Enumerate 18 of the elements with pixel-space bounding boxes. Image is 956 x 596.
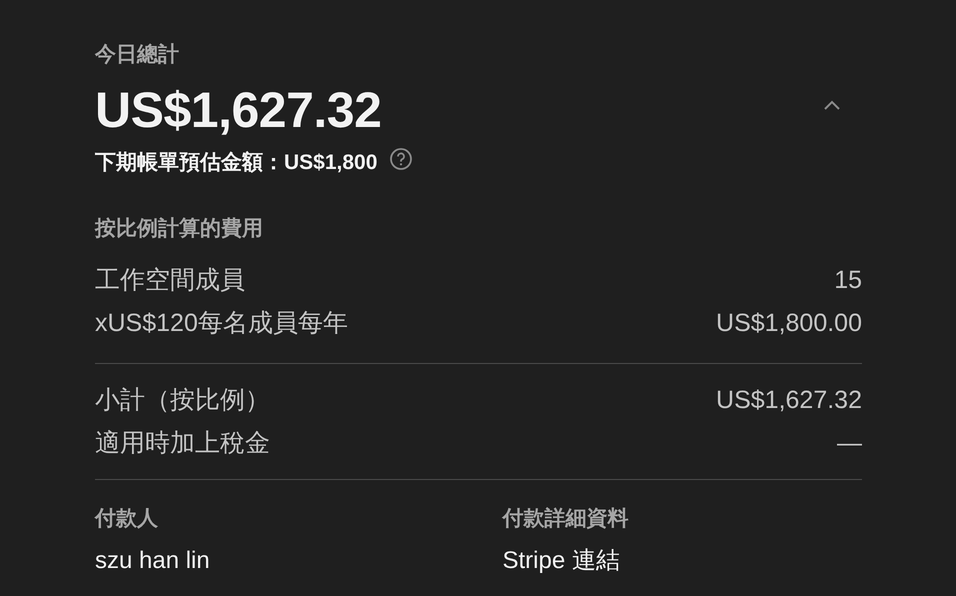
payment-label: 付款人 (95, 506, 158, 532)
total-row-label: 小計（按比例） (95, 385, 270, 416)
section-title: 按比例計算的費用 (95, 217, 263, 240)
payment-label: 付款詳細資料 (502, 506, 628, 532)
total-row-value: US$1,627.32 (716, 385, 862, 416)
total-row-label: 適用時加上稅金 (95, 428, 270, 459)
payment-value: szu han lin (95, 546, 210, 576)
line-item-value: 15 (834, 265, 862, 296)
summary-label: 今日總計 (95, 42, 179, 68)
help-icon[interactable] (389, 147, 414, 171)
line-item-value: US$1,800.00 (716, 308, 862, 339)
line-item-label: 工作空間成員 (95, 265, 245, 296)
line-item-label: xUS$120每名成員每年 (95, 308, 348, 339)
caret-icon (822, 99, 842, 111)
total-amount: US$1,627.32 (95, 81, 382, 140)
payment-value: Stripe 連結 (502, 546, 620, 576)
estimate-text: 下期帳單預估金額：US$1,800 (95, 150, 378, 176)
total-row-value: — (837, 428, 862, 459)
